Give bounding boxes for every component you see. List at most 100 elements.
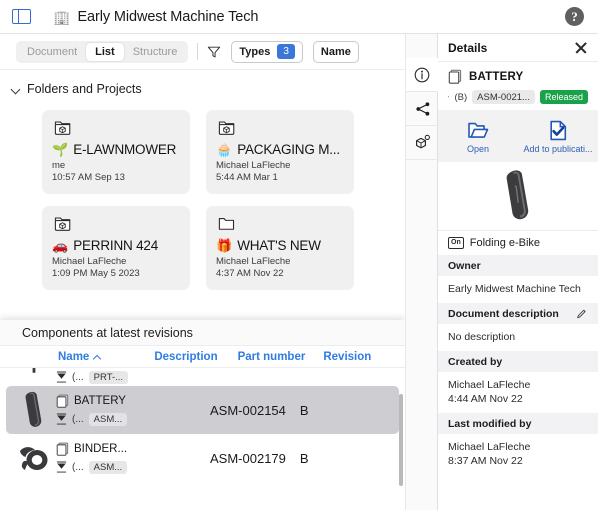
row-thumbnail [16,368,52,386]
folder-card-packaging-m[interactable]: 🧁 PACKAGING M... Michael LaFleche 5:44 A… [206,110,354,194]
folder-card-timestamp: 1:09 PM May 5 2023 [52,268,140,279]
row-text-group: (... PRT-... [56,368,184,386]
row-revision: B [299,450,309,466]
types-filter-count: 3 [277,44,295,59]
battery-preview-icon [506,170,529,220]
funnel-icon[interactable] [207,45,221,59]
sidebar-toggle-icon[interactable] [12,9,31,24]
column-header-revision[interactable]: Revision [323,351,371,363]
row-text-group: BATTERY (... ASM... [56,392,184,428]
battery-thumbnail-icon [25,391,42,427]
property-label-owner: Owner [438,255,598,276]
components-panel: Components at latest revisions Name Desc… [0,320,405,510]
property-value-last-modified-by: Michael LaFleche 8:37 AM Nov 22 [448,441,531,467]
folder-card-title: PACKAGING M... [237,142,340,157]
row-thumbnail [16,390,52,430]
folder-card-title-row: 🧁 PACKAGING M... [216,142,344,157]
folder-3d-icon [54,217,71,231]
table-row-binder[interactable]: BINDER... (... ASM... ASM-002179 B [6,434,399,482]
share-icon [415,101,429,116]
row-part-chip: ASM... [88,460,128,474]
details-panel-header: Details [438,34,598,62]
sort-ascending-icon [94,353,102,361]
owner-label: Owner [448,259,481,272]
rail-button-cube[interactable] [406,126,439,160]
row-revision: B [299,402,309,418]
last-modified-by-label: Last modified by [448,417,532,430]
parent-document-label: Folding e-Bike [469,237,541,249]
parent-document-link[interactable]: On Folding e-Bike [438,230,598,255]
view-toolbar: Document List Structure Types 3 Name [0,34,405,70]
close-icon[interactable] [574,41,588,55]
folder-card-grid: 🌱 E-LAWNMOWER me 10:57 AM Sep 13 🧁 PACKA… [42,110,405,290]
folder-card-owner: me [52,160,66,171]
document-description-label: Document description [448,307,559,320]
section-title: Folders and Projects [27,82,142,96]
revision-icon [448,96,450,98]
details-panel: Details BATTERY (B) ASM-0021... Released [438,34,598,510]
app-title-group: 🏢 Early Midwest Machine Tech [53,9,258,25]
row-revision-prefix: (... [72,461,84,473]
tab-structure[interactable]: Structure [124,43,187,61]
folder-card-owner: Michael LaFleche [216,256,291,267]
card-emoji-icon: 🧁 [216,142,233,157]
app-header: 🏢 Early Midwest Machine Tech ? [0,0,598,34]
add-to-publication-label: Add to publicati... [523,144,593,154]
chevron-down-icon [12,85,21,94]
help-icon[interactable]: ? [565,7,584,26]
document-icon [448,69,462,84]
folder-card-perrinn-424[interactable]: 🚗 PERRINN 424 Michael LaFleche 1:09 PM M… [42,206,190,290]
row-name: BATTERY [74,395,126,407]
details-part-number-chip: ASM-0021... [472,90,535,104]
property-label-last-modified-by: Last modified by [438,413,598,434]
tab-document[interactable]: Document [18,43,86,61]
row-text-group: BINDER... (... ASM... [56,440,184,476]
folder-card-e-lawnmower[interactable]: 🌱 E-LAWNMOWER me 10:57 AM Sep 13 [42,110,190,194]
details-panel-title: Details [448,40,488,55]
name-filter-button[interactable]: Name [312,40,359,63]
binder-clamp-thumbnail-icon [20,447,48,470]
types-filter-button[interactable]: Types 3 [231,40,303,63]
tab-list[interactable]: List [86,42,124,61]
components-scrollbar[interactable] [399,394,403,486]
item-3d-preview[interactable] [438,162,598,230]
row-revision-line: (... ASM... [56,410,184,428]
row-revision-prefix: (... [72,371,84,383]
details-action-bar: Open Add to publicati... [438,110,598,162]
folder-3d-icon [218,121,235,135]
open-button[interactable]: Open [438,118,518,154]
folders-and-projects-header[interactable]: Folders and Projects [0,70,405,96]
folder-card-title: WHAT'S NEW [237,238,321,253]
created-by-label: Created by [448,355,503,368]
view-mode-segmented-control: Document List Structure [16,40,189,63]
add-to-publication-button[interactable]: Add to publicati... [518,118,598,154]
folder-card-title: PERRINN 424 [73,238,159,253]
property-value-owner: Early Midwest Machine Tech [448,283,581,295]
table-row[interactable]: (... PRT-... [6,368,399,386]
column-header-description[interactable]: Description [154,351,217,363]
column-header-name-label: Name [58,350,90,363]
row-name: BINDER... [74,443,128,455]
rail-button-share[interactable] [406,92,439,126]
details-revision-letter: (B) [454,91,468,103]
column-header-part-number[interactable]: Part number [238,351,306,363]
right-icon-rail [405,34,439,510]
card-emoji-icon: 🎁 [216,238,233,253]
rail-button-info[interactable] [406,58,439,92]
open-button-label: Open [466,144,490,154]
document-icon [56,442,69,456]
document-icon [56,394,69,408]
folder-card-whats-new[interactable]: 🎁 WHAT'S NEW Michael LaFleche 4:37 AM No… [206,206,354,290]
app-root: 🏢 Early Midwest Machine Tech ? Document … [0,0,598,510]
row-revision-line: (... PRT-... [56,368,184,386]
property-label-created-by: Created by [438,351,598,372]
row-revision-line: (... ASM... [56,458,184,476]
open-folder-icon [440,118,516,142]
table-row-battery[interactable]: BATTERY (... ASM... ASM-002154 B [6,386,399,434]
column-header-name[interactable]: Name [58,351,102,363]
toolbar-divider [197,43,199,60]
card-emoji-icon: 🌱 [52,142,69,157]
folder-card-timestamp: 10:57 AM Sep 13 [52,172,125,183]
row-name-line: BINDER... [56,440,184,458]
edit-pencil-icon[interactable] [576,308,588,320]
